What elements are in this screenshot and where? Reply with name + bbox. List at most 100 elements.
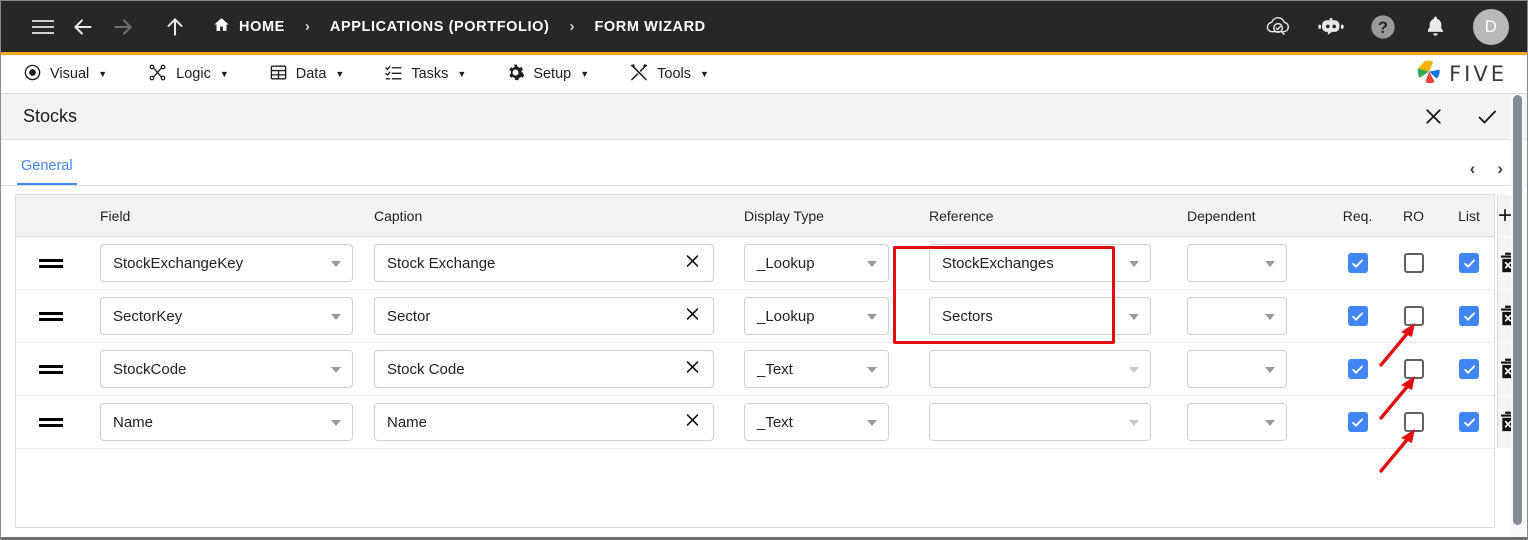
caption-cell: Stock Code — [366, 350, 736, 388]
drag-handle-icon[interactable] — [16, 258, 86, 268]
caption-input[interactable]: Name — [374, 403, 714, 441]
close-icon[interactable] — [1421, 105, 1445, 129]
display-type-select[interactable]: _Text — [744, 350, 889, 388]
panel-title-bar: Stocks — [1, 94, 1527, 140]
field-select[interactable]: SectorKey — [100, 297, 353, 335]
list-checkbox[interactable] — [1459, 253, 1479, 273]
field-cell: StockExchangeKey — [86, 244, 366, 282]
menu-item-tools[interactable]: Tools ▼ — [625, 63, 725, 86]
tab-next-icon[interactable]: › — [1497, 160, 1503, 177]
chevron-down-icon — [331, 420, 341, 426]
breadcrumb-item-form-wizard[interactable]: FORM WIZARD — [590, 19, 709, 35]
menu-item-logic[interactable]: Logic ▼ — [143, 63, 245, 86]
reference-cell: StockExchanges — [921, 244, 1179, 282]
breadcrumb-item-home[interactable]: HOME — [209, 16, 289, 37]
caption-value: Stock Code — [387, 360, 465, 378]
tab-general[interactable]: General — [17, 158, 77, 185]
five-pinwheel-logo-icon — [1416, 59, 1442, 90]
menu-item-tasks[interactable]: Tasks ▼ — [380, 63, 482, 86]
ro-checkbox[interactable] — [1403, 306, 1424, 326]
field-cell: SectorKey — [86, 297, 366, 335]
req-checkbox[interactable] — [1347, 412, 1368, 432]
panel-title-actions — [1421, 105, 1499, 129]
display-type-select[interactable]: _Lookup — [744, 244, 889, 282]
caption-cell: Stock Exchange — [366, 244, 736, 282]
clear-icon[interactable] — [684, 253, 701, 274]
add-row-button[interactable]: + — [1497, 195, 1513, 236]
menu-item-data[interactable]: Data ▼ — [265, 63, 361, 86]
req-checkbox[interactable] — [1347, 306, 1368, 326]
clear-icon[interactable] — [684, 359, 701, 380]
display-type-cell: _Lookup — [736, 244, 921, 282]
menu-item-label: Data — [295, 66, 327, 82]
menu-item-setup[interactable]: Setup ▼ — [502, 63, 605, 86]
breadcrumb-label: FORM WIZARD — [594, 18, 706, 35]
reference-select[interactable] — [929, 403, 1151, 441]
display-type-select[interactable]: _Text — [744, 403, 889, 441]
field-value: StockExchangeKey — [113, 254, 244, 272]
display-type-cell: _Text — [736, 350, 921, 388]
list-cell — [1441, 412, 1497, 432]
display-type-select[interactable]: _Lookup — [744, 297, 889, 335]
dependent-select[interactable] — [1187, 403, 1287, 441]
list-checkbox[interactable] — [1459, 306, 1479, 326]
caption-input[interactable]: Sector — [374, 297, 714, 335]
drag-handle-icon[interactable] — [16, 311, 86, 321]
hamburger-icon[interactable] — [23, 7, 63, 47]
table-row: Name Name _Text — [16, 396, 1518, 449]
ro-cell — [1386, 306, 1441, 326]
help-icon[interactable]: ? — [1363, 7, 1403, 47]
application-menu-bar: Visual ▼ Logic ▼ Data ▼ Tasks ▼ Setup ▼ … — [1, 55, 1527, 94]
drag-handle-icon[interactable] — [16, 364, 86, 374]
notifications-bell-icon[interactable] — [1415, 7, 1455, 47]
dependent-select[interactable] — [1187, 350, 1287, 388]
dependent-select[interactable] — [1187, 297, 1287, 335]
caption-input[interactable]: Stock Code — [374, 350, 714, 388]
drag-handle-icon[interactable] — [16, 417, 86, 427]
req-checkbox[interactable] — [1347, 253, 1368, 273]
field-select[interactable]: StockCode — [100, 350, 353, 388]
clear-icon[interactable] — [684, 412, 701, 433]
page-title: Stocks — [23, 106, 78, 126]
field-select[interactable]: Name — [100, 403, 353, 441]
grid-header-list: List — [1458, 207, 1480, 224]
reference-select[interactable]: StockExchanges — [929, 244, 1151, 282]
up-arrow-icon[interactable] — [155, 7, 195, 47]
chevron-down-icon — [867, 314, 877, 320]
cloud-check-search-icon[interactable] — [1259, 7, 1299, 47]
dependent-select[interactable] — [1187, 244, 1287, 282]
req-checkbox[interactable] — [1347, 359, 1368, 379]
tab-prev-icon[interactable]: ‹ — [1470, 160, 1476, 177]
display-type-value: _Lookup — [757, 307, 815, 325]
chevron-down-icon: ▼ — [700, 69, 709, 79]
clear-icon[interactable] — [684, 306, 701, 327]
grid-header-field: Field — [100, 207, 131, 224]
reference-value: StockExchanges — [942, 254, 1054, 272]
req-cell — [1329, 359, 1386, 379]
ro-checkbox[interactable] — [1403, 253, 1424, 273]
list-checkbox[interactable] — [1459, 359, 1479, 379]
caption-value: Stock Exchange — [387, 254, 496, 272]
vertical-scrollbar[interactable] — [1511, 95, 1524, 540]
avatar[interactable]: D — [1473, 8, 1509, 45]
reference-select[interactable] — [929, 350, 1151, 388]
gear-icon — [506, 63, 525, 86]
list-checkbox[interactable] — [1459, 412, 1479, 432]
display-type-value: _Text — [757, 413, 793, 431]
check-icon[interactable] — [1475, 105, 1499, 129]
field-select[interactable]: StockExchangeKey — [100, 244, 353, 282]
breadcrumb-label: HOME — [239, 18, 285, 35]
ro-checkbox[interactable] — [1403, 412, 1424, 432]
breadcrumb-item-applications[interactable]: APPLICATIONS (PORTFOLIO) — [326, 19, 554, 35]
dependent-cell — [1179, 244, 1329, 282]
caption-input[interactable]: Stock Exchange — [374, 244, 714, 282]
breadcrumb: HOME › APPLICATIONS (PORTFOLIO) › FORM W… — [209, 16, 710, 37]
menu-item-visual[interactable]: Visual ▼ — [19, 63, 123, 86]
table-icon — [269, 63, 288, 86]
back-arrow-icon[interactable] — [63, 7, 103, 47]
vertical-scrollbar-thumb[interactable] — [1513, 95, 1522, 525]
grid-header-row: Field Caption Display Type Reference Dep… — [16, 195, 1513, 237]
reference-select[interactable]: Sectors — [929, 297, 1151, 335]
chatbot-icon[interactable] — [1311, 7, 1351, 47]
ro-checkbox[interactable] — [1403, 359, 1424, 379]
